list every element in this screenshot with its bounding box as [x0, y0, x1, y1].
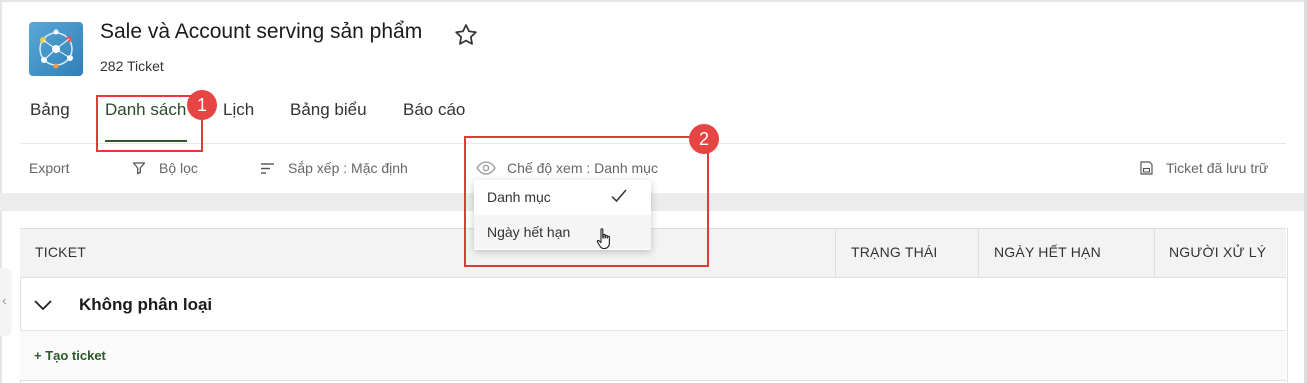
chevron-down-icon[interactable]	[33, 298, 53, 312]
sidebar-collapse-handle[interactable]: ‹	[0, 268, 12, 336]
export-button[interactable]: Export	[29, 160, 69, 176]
table-bottom-border	[20, 380, 1286, 381]
page-title: Sale và Account serving sản phẩm	[100, 20, 423, 43]
column-divider	[978, 228, 979, 278]
column-divider	[835, 228, 836, 278]
tab-lich[interactable]: Lịch	[223, 100, 254, 120]
star-icon[interactable]	[453, 22, 479, 48]
annotation-badge-1: 1	[187, 90, 217, 120]
filter-icon	[132, 162, 146, 175]
column-divider	[1154, 228, 1155, 278]
create-ticket-button[interactable]: + Tạo ticket	[34, 348, 106, 363]
group-label: Không phân loại	[79, 295, 213, 314]
window-top-border	[0, 0, 1307, 2]
filter-button[interactable]: Bộ lọc	[159, 160, 198, 176]
ticket-count: 282 Ticket	[100, 58, 164, 74]
column-header-ticket[interactable]: TICKET	[35, 244, 86, 260]
column-header-due-date[interactable]: NGÀY HẾT HẠN	[994, 244, 1101, 260]
column-header-status[interactable]: TRẠNG THÁI	[851, 244, 938, 260]
sort-icon	[261, 163, 274, 174]
chevron-left-icon: ‹	[2, 292, 7, 308]
tab-bang[interactable]: Bảng	[30, 100, 70, 120]
annotation-box-2	[464, 136, 709, 267]
column-header-assignee[interactable]: NGƯỜI XỬ LÝ	[1169, 244, 1266, 260]
sort-button[interactable]: Sắp xếp : Mặc định	[288, 160, 408, 176]
archive-save-icon	[1140, 161, 1153, 175]
archived-tickets-button[interactable]: Ticket đã lưu trữ	[1166, 160, 1268, 176]
tab-bao-cao[interactable]: Báo cáo	[403, 100, 465, 120]
tab-bang-bieu[interactable]: Bảng biểu	[290, 100, 367, 120]
annotation-badge-2: 2	[689, 124, 719, 154]
app-icon	[29, 22, 83, 76]
create-ticket-row	[20, 331, 1286, 381]
